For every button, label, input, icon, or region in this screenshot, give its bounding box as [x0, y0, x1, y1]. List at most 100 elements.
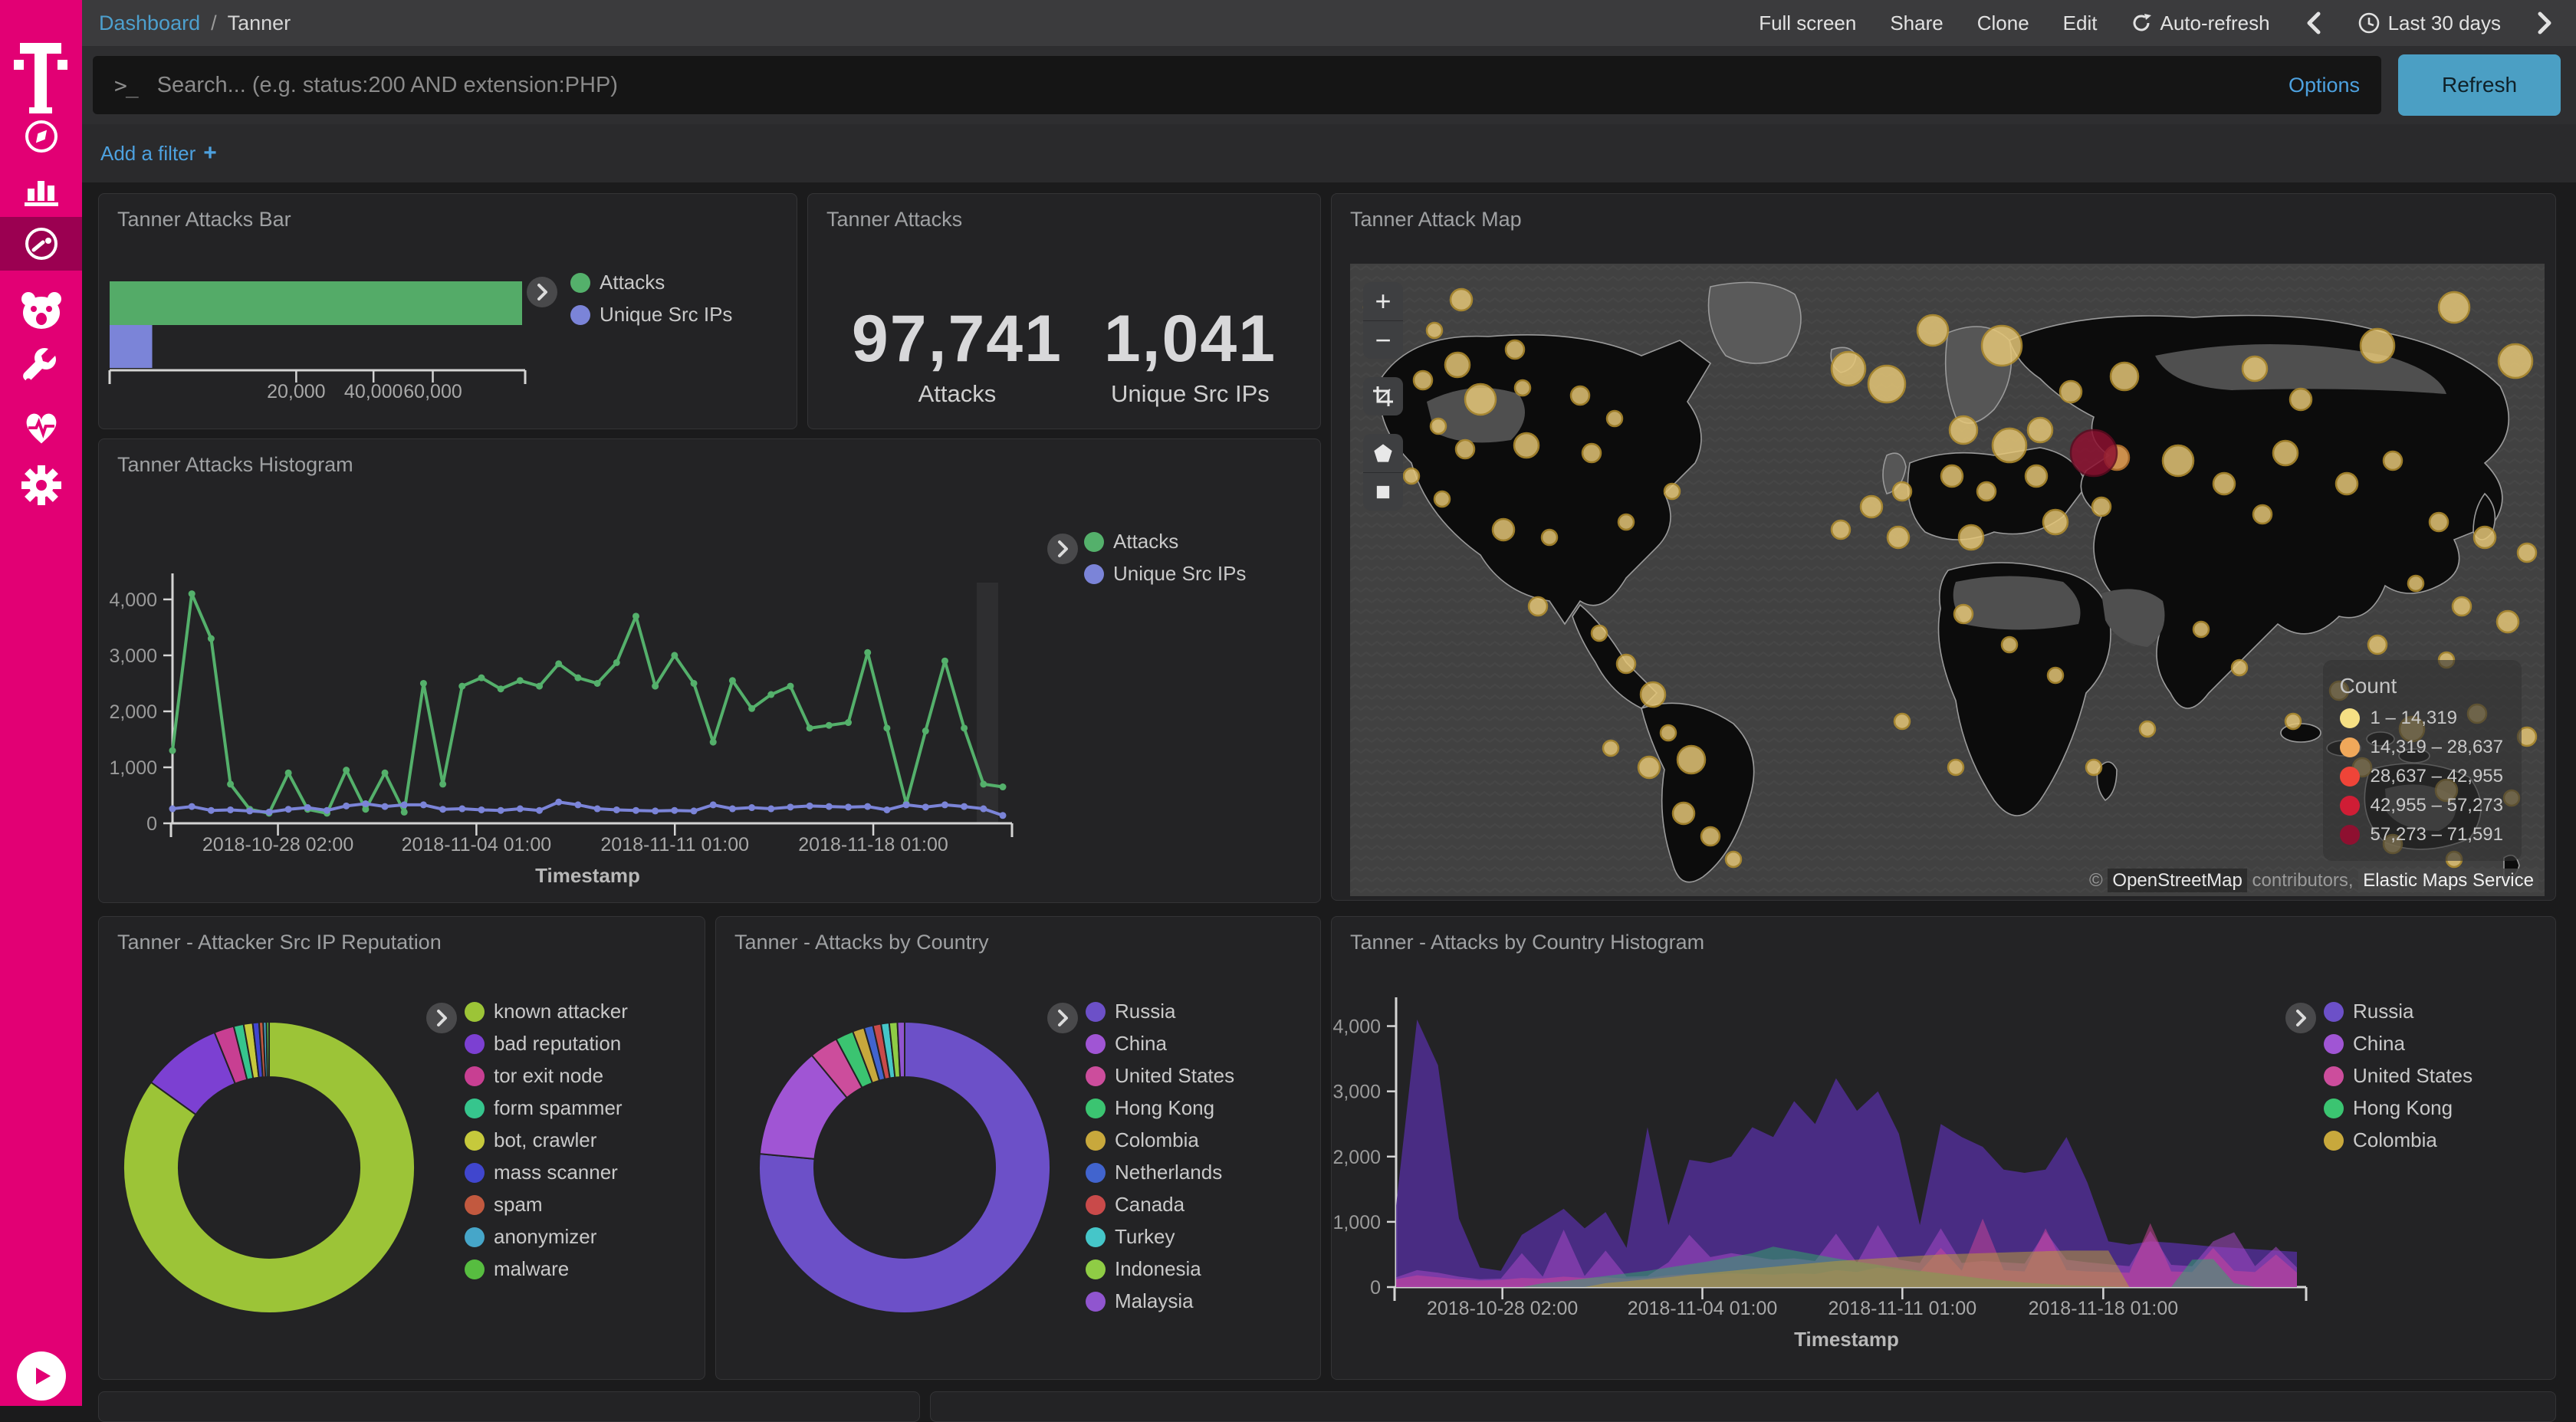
attack-bubble[interactable]: [1893, 482, 1911, 501]
attack-bubble[interactable]: [1982, 326, 2022, 366]
attack-bubble[interactable]: [2048, 668, 2063, 683]
time-back-button[interactable]: [2304, 10, 2324, 36]
legend-item[interactable]: form spammer: [465, 1096, 628, 1120]
attack-bubble[interactable]: [2499, 344, 2532, 378]
attack-bubble[interactable]: [2071, 430, 2117, 476]
attack-bubble[interactable]: [1456, 440, 1474, 458]
clone-button[interactable]: Clone: [1977, 11, 2029, 35]
attack-bubble[interactable]: [1701, 827, 1720, 846]
legend-item[interactable]: Russia: [2324, 1000, 2472, 1023]
attack-bubble[interactable]: [2242, 356, 2267, 381]
attack-bubble[interactable]: [2497, 611, 2518, 632]
panel-title[interactable]: Tanner Attack Map: [1350, 208, 1522, 232]
attack-bubble[interactable]: [1607, 411, 1622, 426]
attack-bubble[interactable]: [2474, 527, 2496, 548]
world-map[interactable]: + −: [1350, 264, 2545, 896]
legend-item[interactable]: Turkey: [1086, 1225, 1234, 1249]
attack-bubble[interactable]: [1592, 626, 1607, 641]
attack-bubble[interactable]: [1493, 519, 1514, 540]
attack-bubble[interactable]: [1664, 484, 1680, 499]
legend-item[interactable]: bot, crawler: [465, 1128, 628, 1152]
attack-bubble[interactable]: [1514, 433, 1539, 458]
attack-bubble[interactable]: [1888, 527, 1909, 548]
time-range-picker[interactable]: Last 30 days: [2358, 11, 2501, 35]
attack-bubble[interactable]: [1529, 597, 1547, 616]
attack-bubble[interactable]: [1638, 757, 1660, 778]
attack-bubble[interactable]: [1404, 468, 1419, 484]
legend-item[interactable]: malware: [465, 1257, 628, 1281]
attack-bubble[interactable]: [1641, 682, 1665, 707]
attack-bubble[interactable]: [1515, 380, 1530, 396]
legend-item[interactable]: Unique Src IPs: [1084, 562, 1246, 586]
attack-bubble[interactable]: [1861, 496, 1882, 517]
legend-item[interactable]: tor exit node: [465, 1064, 628, 1088]
map-draw-rectangle-button[interactable]: [1363, 472, 1403, 511]
legend-item[interactable]: Netherlands: [1086, 1161, 1234, 1184]
attack-bubble[interactable]: [2086, 760, 2101, 775]
attack-bubble[interactable]: [1571, 386, 1589, 405]
attack-bubble[interactable]: [1832, 352, 1865, 386]
attack-bubble[interactable]: [1661, 725, 1676, 741]
sidebar-item-monitoring[interactable]: [0, 400, 82, 454]
attack-bubble[interactable]: [2028, 418, 2052, 442]
attack-bubble[interactable]: [2430, 513, 2448, 531]
legend-item[interactable]: spam: [465, 1193, 628, 1217]
attack-bubble[interactable]: [1941, 465, 1963, 487]
attack-bubble[interactable]: [1582, 444, 1601, 462]
attack-bubble[interactable]: [2253, 505, 2272, 524]
map-zoom-out-button[interactable]: −: [1363, 320, 1403, 359]
legend-item[interactable]: Attacks: [1084, 530, 1246, 553]
panel-title[interactable]: Tanner Attacks: [826, 208, 962, 232]
attack-bubble[interactable]: [1726, 852, 1741, 867]
attack-bubble[interactable]: [2273, 441, 2298, 465]
attack-bubble[interactable]: [1894, 714, 1910, 729]
attack-bubble[interactable]: [2060, 381, 2082, 402]
attack-bubble[interactable]: [2336, 473, 2358, 494]
attack-bubble[interactable]: [2384, 452, 2402, 470]
legend-item[interactable]: Colombia: [1086, 1128, 1234, 1152]
map-fit-bounds-button[interactable]: [1363, 377, 1403, 415]
attack-bubble[interactable]: [1677, 746, 1705, 773]
attack-bubble[interactable]: [1434, 491, 1450, 507]
attack-bubble[interactable]: [1617, 655, 1635, 673]
attack-bubble[interactable]: [1950, 416, 1977, 444]
attack-bubble[interactable]: [1414, 371, 1432, 389]
attack-bubble[interactable]: [2361, 329, 2394, 363]
legend-item[interactable]: China: [1086, 1032, 1234, 1056]
legend-item[interactable]: Attacks: [570, 271, 732, 294]
sidebar-item-visualize[interactable]: [0, 163, 82, 217]
attack-bubble[interactable]: [1954, 605, 1973, 623]
share-button[interactable]: Share: [1890, 11, 1943, 35]
sidebar-item-discover[interactable]: [0, 110, 82, 163]
attack-bubble[interactable]: [2453, 597, 2471, 616]
legend-collapse-button[interactable]: [527, 277, 557, 307]
legend-collapse-button[interactable]: [2285, 1003, 2316, 1033]
breadcrumb-dashboard-link[interactable]: Dashboard: [99, 11, 200, 35]
ems-link[interactable]: Elastic Maps Service: [2358, 869, 2538, 892]
legend-item[interactable]: anonymizer: [465, 1225, 628, 1249]
attack-bubble[interactable]: [1427, 323, 1442, 338]
attack-bubble[interactable]: [2163, 445, 2193, 476]
donut-slice[interactable]: [266, 1022, 269, 1077]
legend-item[interactable]: bad reputation: [465, 1032, 628, 1056]
attack-bubble[interactable]: [1542, 530, 1557, 545]
attack-bubble[interactable]: [2290, 389, 2312, 410]
attack-bubble[interactable]: [2002, 637, 2017, 652]
attack-bubble[interactable]: [2193, 622, 2209, 637]
sidebar-collapse-button[interactable]: [17, 1351, 66, 1401]
legend-item[interactable]: Unique Src IPs: [570, 303, 732, 327]
attack-bubble[interactable]: [1445, 353, 1470, 377]
attack-bubble[interactable]: [2439, 292, 2469, 323]
attack-bubble[interactable]: [2285, 714, 2301, 729]
attack-bubble[interactable]: [2368, 635, 2387, 654]
attack-bubble[interactable]: [1603, 741, 1618, 756]
attack-bubble[interactable]: [2518, 544, 2536, 562]
sidebar-item-management[interactable]: [0, 458, 82, 512]
attack-bubble[interactable]: [2213, 473, 2235, 494]
legend-item[interactable]: United States: [1086, 1064, 1234, 1088]
legend-item[interactable]: United States: [2324, 1064, 2472, 1088]
legend-item[interactable]: Hong Kong: [1086, 1096, 1234, 1120]
attack-bubble[interactable]: [1993, 429, 2026, 462]
legend-item[interactable]: Russia: [1086, 1000, 1234, 1023]
attack-bubble[interactable]: [1948, 760, 1963, 775]
